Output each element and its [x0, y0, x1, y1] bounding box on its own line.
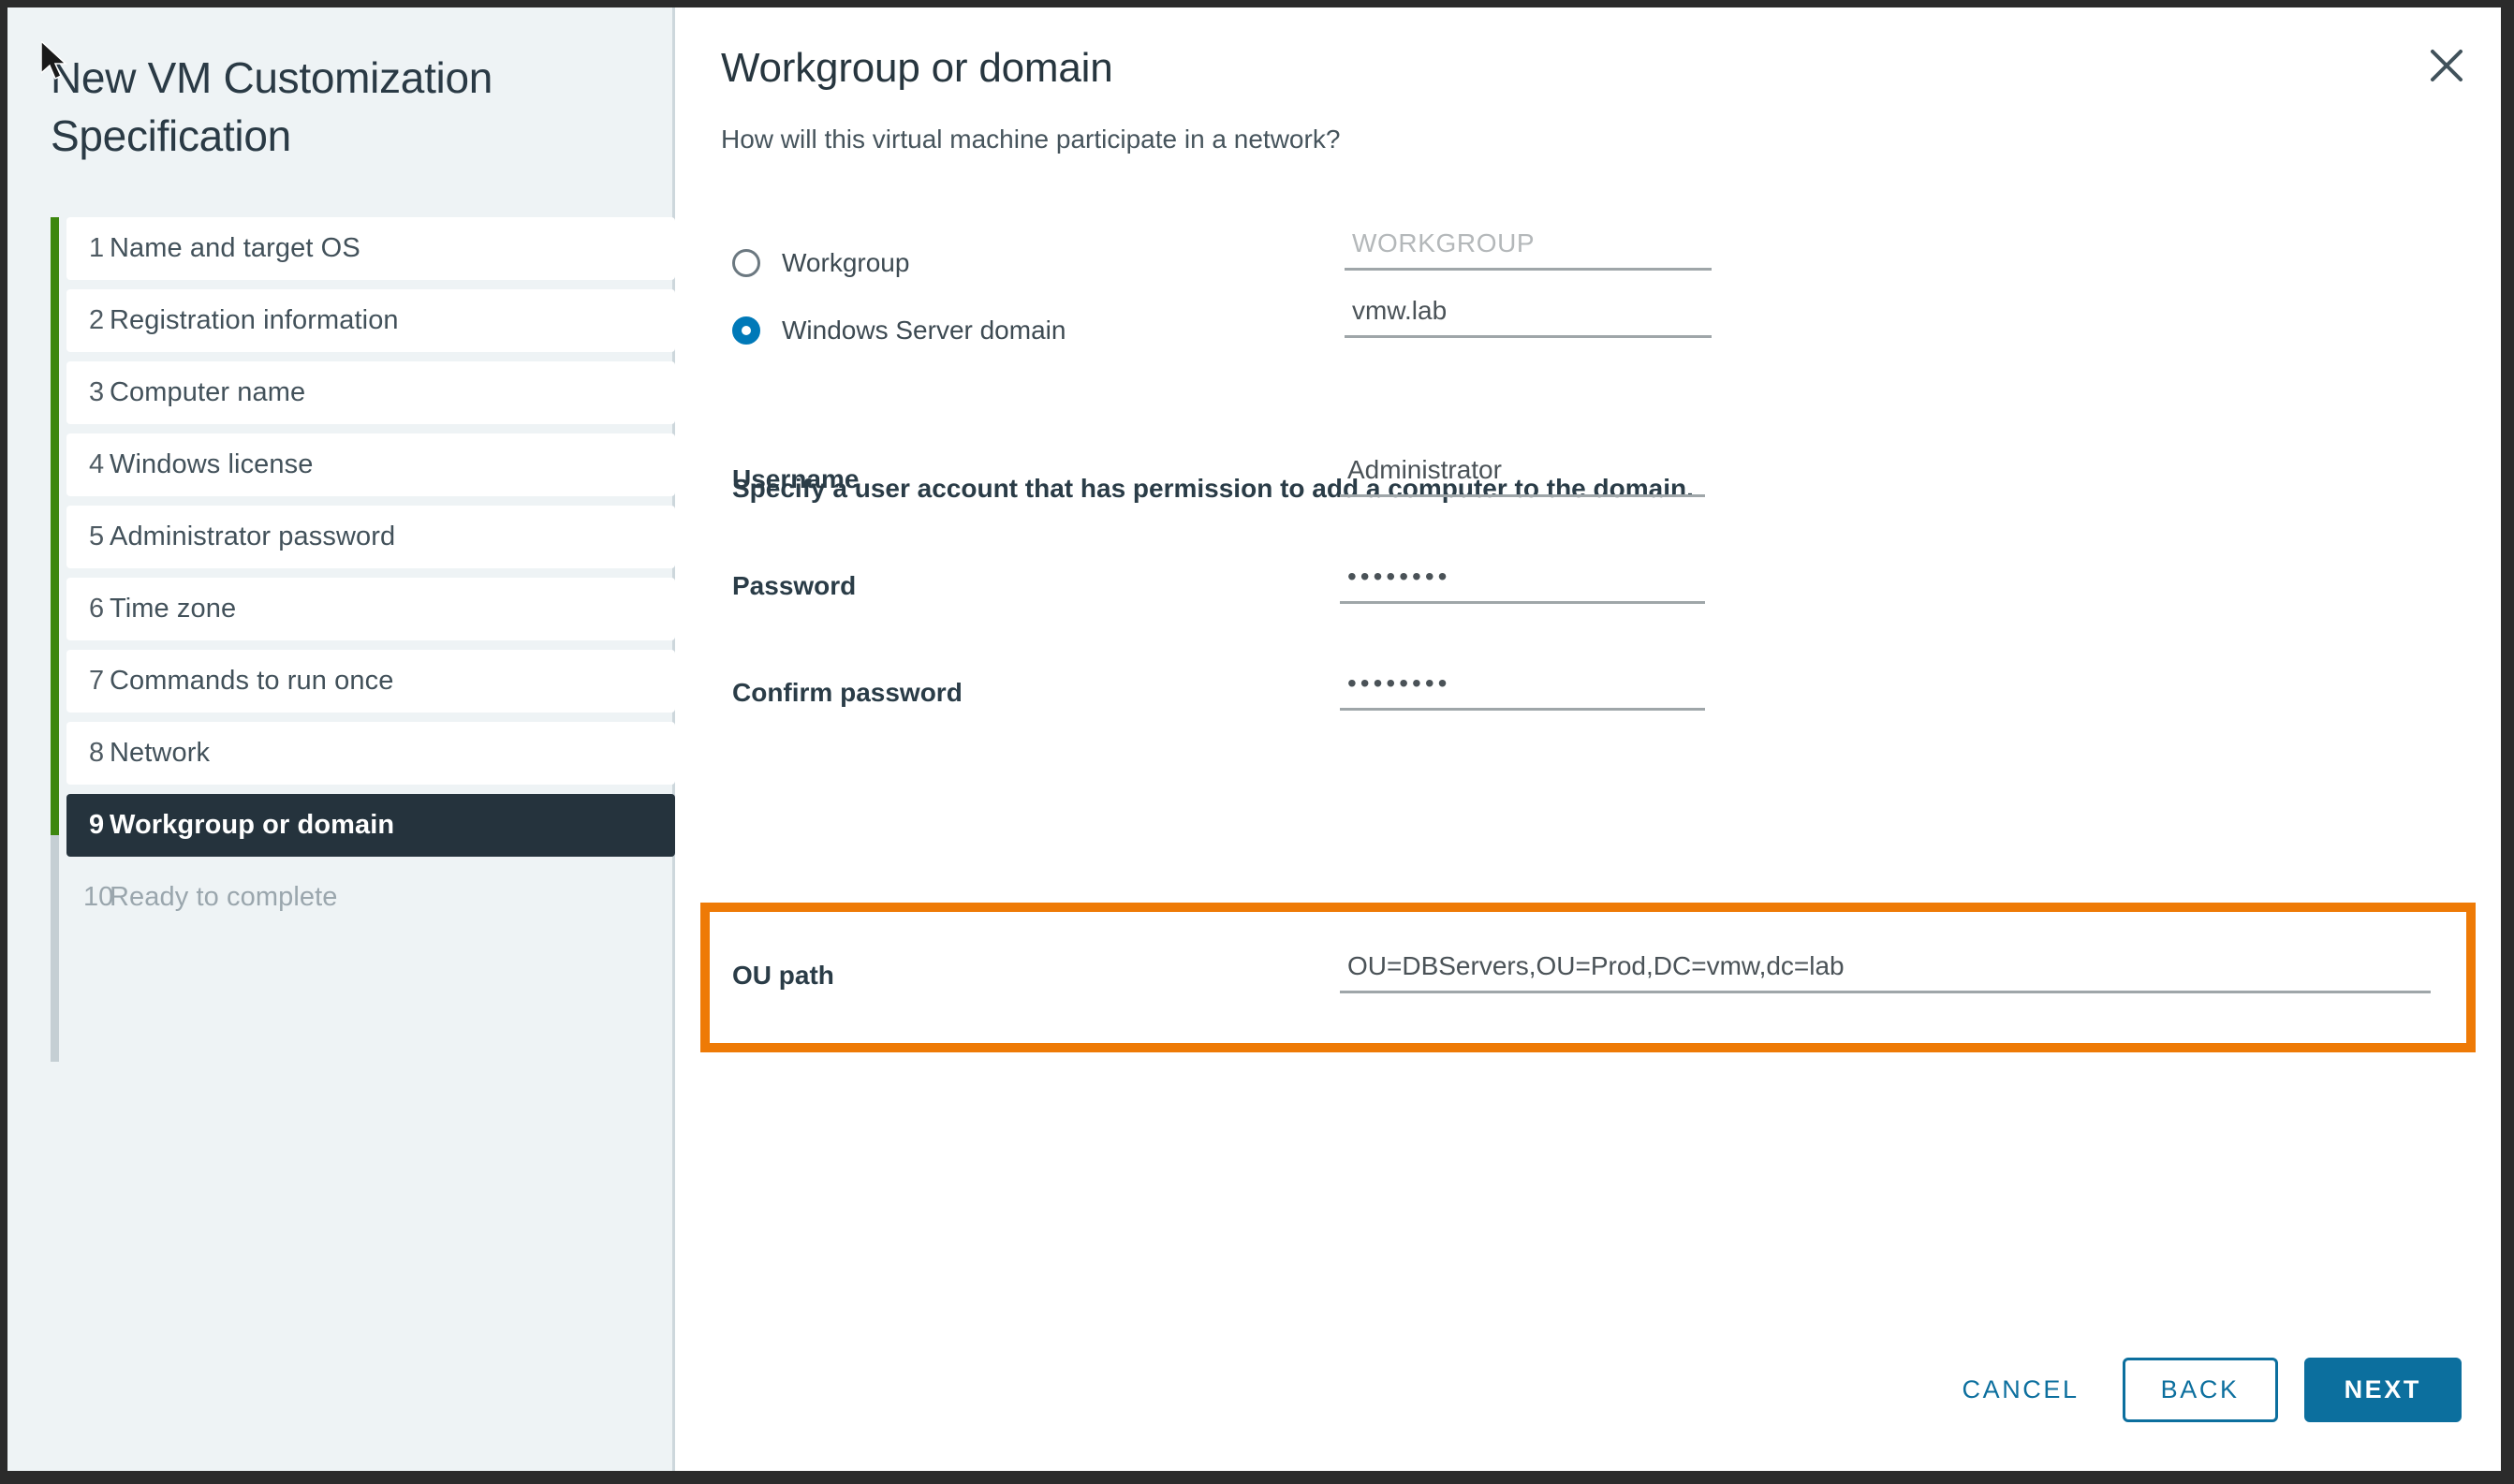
step-label: Workgroup or domain	[110, 810, 395, 840]
step-label: Administrator password	[110, 522, 396, 551]
wizard-step-list: 1 Name and target OS 2 Registration info…	[51, 217, 675, 1062]
workgroup-input[interactable]	[1345, 228, 1712, 271]
step-divider	[51, 640, 675, 650]
step-number: 9	[89, 810, 105, 840]
wizard-sidebar: New VM Customization Specification 1 Nam…	[7, 7, 675, 1471]
step-number: 3	[89, 377, 105, 407]
sidebar-step-2[interactable]: 2 Registration information	[66, 289, 675, 352]
step-number: 6	[89, 594, 105, 624]
step-divider	[51, 496, 675, 506]
step-number: 1	[89, 233, 105, 263]
wizard-footer: CANCEL BACK NEXT	[1946, 1358, 2462, 1422]
sidebar-step-1[interactable]: 1 Name and target OS	[66, 217, 675, 280]
step-divider	[51, 568, 675, 578]
step-label: Computer name	[110, 377, 306, 407]
password-input[interactable]: ••••••••	[1340, 562, 1705, 604]
page-subtitle: How will this virtual machine participat…	[721, 125, 1341, 154]
sidebar-step-6[interactable]: 6 Time zone	[66, 578, 675, 640]
ou-path-label: OU path	[732, 961, 834, 990]
domain-radio[interactable]	[732, 316, 760, 345]
username-label: Username	[732, 464, 860, 493]
step-number: 10	[83, 882, 114, 912]
step-divider	[51, 280, 675, 289]
workgroup-radio[interactable]	[732, 249, 760, 277]
cancel-button[interactable]: CANCEL	[1946, 1362, 2096, 1418]
step-divider	[51, 785, 675, 794]
step-divider	[51, 352, 675, 361]
confirm-password-input[interactable]: ••••••••	[1340, 669, 1705, 711]
ou-path-input[interactable]	[1340, 951, 2431, 993]
step-number: 8	[89, 738, 105, 768]
page-title: Workgroup or domain	[721, 45, 1113, 91]
step-label: Ready to complete	[110, 882, 338, 912]
sidebar-step-10: 10 Ready to complete	[66, 866, 675, 929]
confirm-password-label: Confirm password	[732, 678, 963, 707]
step-label: Windows license	[110, 449, 314, 479]
back-button[interactable]: BACK	[2122, 1358, 2278, 1422]
step-label: Time zone	[110, 594, 237, 624]
sidebar-step-4[interactable]: 4 Windows license	[66, 433, 675, 496]
username-input[interactable]	[1340, 455, 1705, 497]
sidebar-step-7[interactable]: 7 Commands to run once	[66, 650, 675, 713]
wizard-title: New VM Customization Specification	[51, 53, 493, 160]
wizard-main-pane: Workgroup or domain How will this virtua…	[678, 7, 2501, 1471]
wizard-dialog: New VM Customization Specification 1 Nam…	[7, 7, 2501, 1471]
domain-input[interactable]	[1345, 296, 1712, 338]
sidebar-step-3[interactable]: 3 Computer name	[66, 361, 675, 424]
step-divider	[51, 857, 675, 866]
step-number: 4	[89, 449, 105, 479]
step-number: 7	[89, 666, 105, 696]
step-label: Commands to run once	[110, 666, 394, 696]
sidebar-step-5[interactable]: 5 Administrator password	[66, 506, 675, 568]
step-label: Registration information	[110, 305, 399, 335]
domain-radio-label: Windows Server domain	[782, 316, 1066, 345]
step-label: Name and target OS	[110, 233, 360, 263]
step-divider	[51, 713, 675, 722]
progress-rail	[51, 217, 59, 1062]
sidebar-step-8[interactable]: 8 Network	[66, 722, 675, 785]
progress-rail-fill	[51, 217, 59, 835]
step-divider	[51, 424, 675, 433]
next-button[interactable]: NEXT	[2303, 1358, 2462, 1422]
step-number: 5	[89, 522, 105, 551]
sidebar-step-9[interactable]: 9 Workgroup or domain	[66, 794, 675, 857]
close-icon[interactable]	[2422, 41, 2471, 90]
step-number: 2	[89, 305, 105, 335]
screenshot-frame: New VM Customization Specification 1 Nam…	[0, 0, 2514, 1484]
workgroup-radio-label: Workgroup	[782, 248, 910, 277]
step-label: Network	[110, 738, 211, 768]
password-label: Password	[732, 571, 857, 600]
